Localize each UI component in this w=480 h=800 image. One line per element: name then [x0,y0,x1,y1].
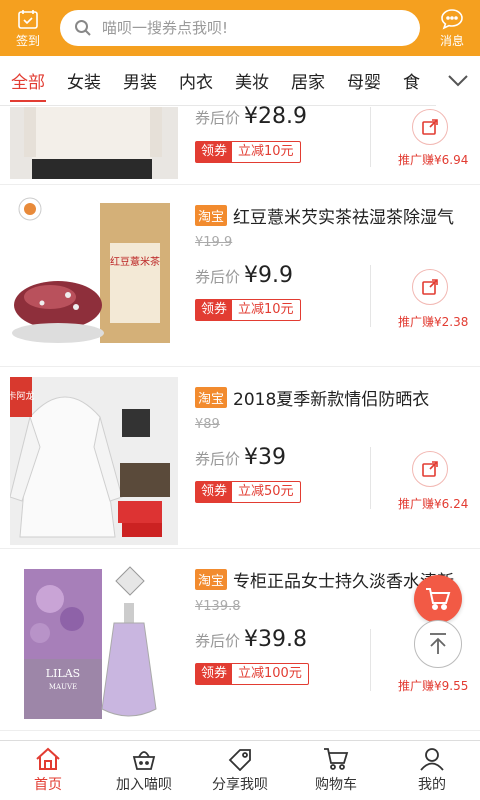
promo-earn-text: 推广赚¥6.94 [398,153,469,167]
original-price: ¥89 [195,417,220,432]
product-title[interactable]: 淘宝 2018夏季新款情侣防晒衣 [195,385,480,410]
taobao-tag: 淘宝 [195,387,228,408]
tabs-expand-button[interactable] [436,56,480,106]
after-coupon-price: 券后价 ¥9.9 [195,263,293,288]
promo-earn-text: 推广赚¥2.38 [398,315,469,329]
cart-icon [324,748,349,770]
chat-bubble-icon [441,8,463,30]
arrow-up-icon [430,633,446,654]
after-coupon-price: 券后价 ¥39 [195,445,287,470]
box-text: LILAS [46,667,80,680]
search-input[interactable] [102,19,406,37]
promo-earn-text: 推广赚¥6.24 [398,497,469,511]
share-edit-icon [422,119,438,135]
tag-icon [228,749,251,771]
share-button[interactable] [412,451,448,487]
app-root: 签到 消息 全部 女装 男装 内衣 美妆 居家 母婴 食 [0,0,480,800]
divider [370,107,371,167]
product-image [10,107,178,179]
after-coupon-price: 券后价 ¥28.9 [195,104,307,129]
floating-cart-button[interactable] [414,575,462,623]
nav-home[interactable]: 首页 [0,741,96,800]
original-price: ¥139.8 [195,599,241,614]
product-item[interactable]: 券后价 ¥28.9 领券 立减10元 推广赚¥6.94 [0,104,480,185]
nav-join[interactable]: 加入喵呗 [96,741,192,800]
product-image: LILAS MAUVE [10,559,178,727]
nav-profile[interactable]: 我的 [384,741,480,800]
product-title[interactable]: 淘宝 红豆薏米芡实茶祛湿茶除湿气 [195,203,480,228]
top-header: 签到 消息 [0,0,480,56]
divider [370,447,371,509]
back-to-top-button[interactable] [414,620,462,668]
search-box[interactable] [60,10,420,46]
after-coupon-price: 券后价 ¥39.8 [195,627,307,652]
checkin-button[interactable]: 签到 [0,0,56,56]
tab-womens[interactable]: 女装 [56,56,112,106]
chevron-down-icon [448,75,468,87]
nav-share-label: 分享我呗 [212,777,268,793]
coupon-badge[interactable]: 领券 立减10元 [195,299,301,321]
search-icon [75,20,91,36]
tab-home[interactable]: 居家 [280,56,336,106]
taobao-tag: 淘宝 [195,569,228,590]
basket-icon [132,751,156,770]
user-icon [420,748,444,771]
bottom-nav: 首页 加入喵呗 分享我呗 购物车 我的 [0,740,480,800]
divider [370,629,371,691]
tab-underwear[interactable]: 内衣 [168,56,224,106]
tab-food[interactable]: 食 [392,56,431,106]
share-button[interactable] [412,269,448,305]
product-item[interactable]: LILAS MAUVE 淘宝 专柜正品女士持久淡香水清新 ¥139.8 券后价 ¥3… [0,549,480,731]
tab-mens[interactable]: 男装 [112,56,168,106]
product-image: 卡阿龙 [10,377,178,545]
share-edit-icon [422,461,438,477]
message-label: 消息 [439,33,464,48]
product-item[interactable]: 红豆薏米茶 淘宝 红豆薏米芡实茶祛湿茶除湿气 ¥19.9 券后价 ¥9.9 领券 立减… [0,185,480,367]
nav-home-label: 首页 [34,777,62,793]
checkin-label: 签到 [15,33,40,48]
taobao-tag: 淘宝 [195,205,228,226]
tab-all[interactable]: 全部 [0,56,56,106]
coupon-badge[interactable]: 领券 立减50元 [195,481,301,503]
nav-profile-label: 我的 [418,777,446,793]
nav-cart-label: 购物车 [315,777,357,793]
product-list: 券后价 ¥28.9 领券 立减10元 推广赚¥6.94 红豆薏米茶 淘宝 红豆薏… [0,104,480,731]
tab-baby[interactable]: 母婴 [336,56,392,106]
share-edit-icon [422,279,438,295]
promo-earn-text: 推广赚¥9.55 [398,679,469,693]
nav-cart[interactable]: 购物车 [288,741,384,800]
nav-join-label: 加入喵呗 [116,777,172,793]
tab-beauty[interactable]: 美妆 [224,56,280,106]
package-text: 红豆薏米茶 [110,255,160,268]
cart-icon [426,588,451,610]
box-sub: MAUVE [49,683,77,691]
original-price: ¥19.9 [195,235,233,250]
product-image: 红豆薏米茶 [10,195,178,363]
divider [370,265,371,327]
category-tabs: 全部 女装 男装 内衣 美妆 居家 母婴 食 [0,56,480,106]
product-item[interactable]: 卡阿龙 淘宝 2018夏季新款情侣防晒衣 ¥89 券后价 ¥39 领券 立减50元 推… [0,367,480,549]
brand-badge: 卡阿龙 [10,390,35,402]
nav-share[interactable]: 分享我呗 [192,741,288,800]
coupon-badge[interactable]: 领券 立减100元 [195,663,309,685]
coupon-badge[interactable]: 领券 立减10元 [195,141,301,163]
share-button[interactable] [412,109,448,145]
message-button[interactable]: 消息 [424,0,480,56]
calendar-check-icon [18,9,38,29]
home-icon [36,747,60,770]
